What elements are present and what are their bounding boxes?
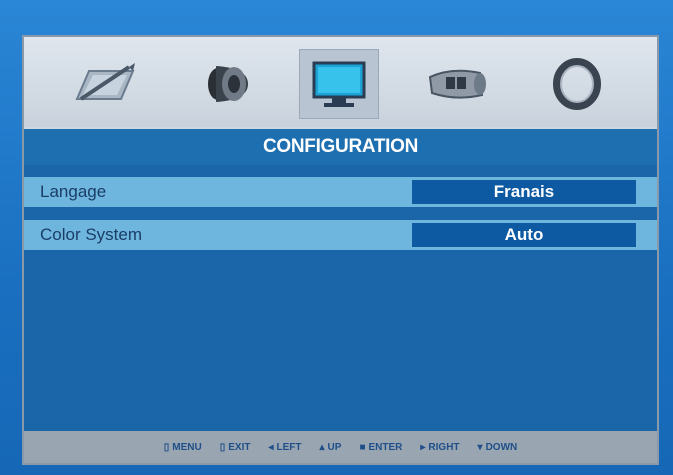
menu-key-icon: ▯ <box>163 441 170 453</box>
tv-screen: CONFIGURATION Langage Franais Color Syst… <box>0 0 673 475</box>
hint-label: LEFT <box>276 441 302 453</box>
timer-icon[interactable] <box>417 49 497 119</box>
hint-label: DOWN <box>485 441 518 453</box>
hint-label: ENTER <box>368 441 403 453</box>
hint-label: RIGHT <box>428 441 460 453</box>
key-hints-bar: ▯ MENU ▯ EXIT ◂ LEFT ▴ UP ■ ENTER ▸ RIGH… <box>24 431 657 463</box>
display-icon[interactable] <box>299 49 379 119</box>
enter-key-icon: ■ <box>359 441 366 453</box>
setting-row-language[interactable]: Langage Franais <box>24 177 657 207</box>
hint-menu: ▯ MENU <box>164 442 202 453</box>
menu-icon-bar <box>24 37 657 127</box>
exit-key-icon: ▯ <box>219 441 226 453</box>
hint-left: ◂ LEFT <box>268 442 301 453</box>
picture-icon[interactable] <box>64 49 144 119</box>
hint-up: ▴ UP <box>320 442 342 453</box>
page-title: CONFIGURATION <box>24 129 657 165</box>
row-end-cap <box>639 223 653 247</box>
hint-label: EXIT <box>228 441 251 453</box>
right-arrow-icon: ▸ <box>420 441 426 453</box>
down-arrow-icon: ▾ <box>477 441 483 453</box>
setting-row-color-system[interactable]: Color System Auto <box>24 220 657 250</box>
row-end-cap <box>639 180 653 204</box>
hint-enter: ■ ENTER <box>359 442 402 453</box>
hint-label: MENU <box>172 441 202 453</box>
hint-down: ▾ DOWN <box>478 442 518 453</box>
left-arrow-icon: ◂ <box>268 441 274 453</box>
settings-list: Langage Franais Color System Auto <box>24 165 657 431</box>
hint-label: UP <box>327 441 342 453</box>
up-arrow-icon: ▴ <box>319 441 325 453</box>
hint-exit: ▯ EXIT <box>220 442 251 453</box>
setup-icon[interactable] <box>537 49 617 119</box>
osd-menu: CONFIGURATION Langage Franais Color Syst… <box>22 35 659 465</box>
setting-value[interactable]: Auto <box>412 223 636 247</box>
sound-icon[interactable] <box>184 49 264 119</box>
setting-label: Color System <box>40 225 143 244</box>
setting-value[interactable]: Franais <box>412 180 636 204</box>
hint-right: ▸ RIGHT <box>420 442 459 453</box>
setting-label: Langage <box>40 182 107 201</box>
